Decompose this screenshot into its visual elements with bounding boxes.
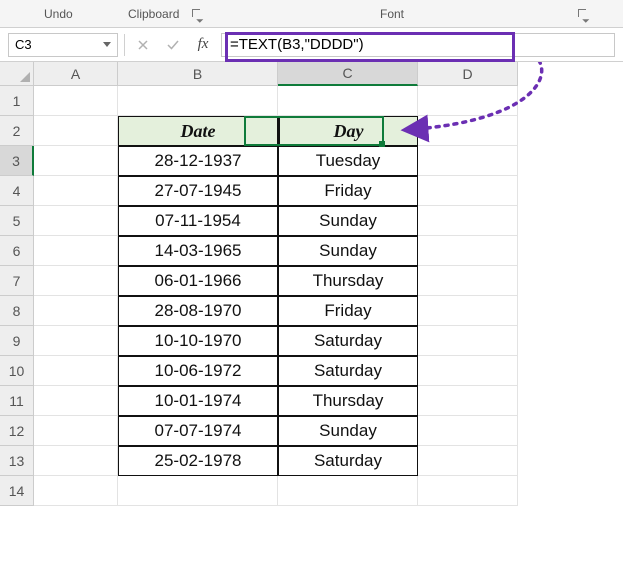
accept-button[interactable]: [161, 33, 185, 57]
ribbon-group-font[interactable]: Font: [380, 7, 404, 21]
cell-B11[interactable]: 10-01-1974: [118, 386, 278, 416]
row-header-3[interactable]: 3: [0, 146, 34, 176]
cell-D13[interactable]: [418, 446, 518, 476]
cell-D11[interactable]: [418, 386, 518, 416]
name-box[interactable]: C3: [8, 33, 118, 57]
cell-A12[interactable]: [34, 416, 118, 446]
cell-C12[interactable]: Sunday: [278, 416, 418, 446]
cancel-button[interactable]: [131, 33, 155, 57]
row-header-5[interactable]: 5: [0, 206, 34, 236]
row-header-6[interactable]: 6: [0, 236, 34, 266]
cell-B12[interactable]: 07-07-1974: [118, 416, 278, 446]
cell-C9[interactable]: Saturday: [278, 326, 418, 356]
row-header-13[interactable]: 13: [0, 446, 34, 476]
row-header-2[interactable]: 2: [0, 116, 34, 146]
col-header-B[interactable]: B: [118, 62, 278, 86]
cell-D3[interactable]: [418, 146, 518, 176]
cell-C14[interactable]: [278, 476, 418, 506]
row-header-12[interactable]: 12: [0, 416, 34, 446]
cell-B14[interactable]: [118, 476, 278, 506]
ribbon: Undo Clipboard Font: [0, 0, 623, 28]
cell-C2[interactable]: Day: [278, 116, 418, 146]
cell-D10[interactable]: [418, 356, 518, 386]
cell-D7[interactable]: [418, 266, 518, 296]
cell-A8[interactable]: [34, 296, 118, 326]
cell-A10[interactable]: [34, 356, 118, 386]
col-header-C[interactable]: C: [278, 62, 418, 86]
cell-C8[interactable]: Friday: [278, 296, 418, 326]
cell-C11[interactable]: Thursday: [278, 386, 418, 416]
cell-D14[interactable]: [418, 476, 518, 506]
row-header-7[interactable]: 7: [0, 266, 34, 296]
cell-D9[interactable]: [418, 326, 518, 356]
cell-A14[interactable]: [34, 476, 118, 506]
cell-C10[interactable]: Saturday: [278, 356, 418, 386]
cell-D12[interactable]: [418, 416, 518, 446]
cell-A7[interactable]: [34, 266, 118, 296]
cell-B13[interactable]: 25-02-1978: [118, 446, 278, 476]
formula-input[interactable]: =TEXT(B3,"DDDD"): [221, 33, 615, 57]
row-header-1[interactable]: 1: [0, 86, 34, 116]
row-header-8[interactable]: 8: [0, 296, 34, 326]
name-box-value: C3: [15, 37, 32, 52]
cell-D8[interactable]: [418, 296, 518, 326]
ribbon-group-undo[interactable]: Undo: [44, 7, 73, 21]
cell-C6[interactable]: Sunday: [278, 236, 418, 266]
cell-B1[interactable]: [118, 86, 278, 116]
cell-D4[interactable]: [418, 176, 518, 206]
cell-A3[interactable]: [34, 146, 118, 176]
cell-A2[interactable]: [34, 116, 118, 146]
formula-bar: C3 fx =TEXT(B3,"DDDD"): [0, 28, 623, 62]
dialog-launcher-icon[interactable]: [578, 9, 588, 19]
cell-B9[interactable]: 10-10-1970: [118, 326, 278, 356]
cell-D1[interactable]: [418, 86, 518, 116]
formula-text: =TEXT(B3,"DDDD"): [230, 36, 364, 53]
cell-A4[interactable]: [34, 176, 118, 206]
cell-C1[interactable]: [278, 86, 418, 116]
cell-B8[interactable]: 28-08-1970: [118, 296, 278, 326]
row-header-9[interactable]: 9: [0, 326, 34, 356]
cell-B2[interactable]: Date: [118, 116, 278, 146]
cell-C7[interactable]: Thursday: [278, 266, 418, 296]
select-all-corner[interactable]: [0, 62, 34, 86]
dialog-launcher-icon[interactable]: [192, 9, 202, 19]
cell-A1[interactable]: [34, 86, 118, 116]
cell-A5[interactable]: [34, 206, 118, 236]
separator: [124, 34, 125, 56]
chevron-down-icon[interactable]: [103, 42, 111, 47]
cell-D2[interactable]: [418, 116, 518, 146]
cell-A13[interactable]: [34, 446, 118, 476]
cell-B5[interactable]: 07-11-1954: [118, 206, 278, 236]
cell-B3[interactable]: 28-12-1937: [118, 146, 278, 176]
cell-A6[interactable]: [34, 236, 118, 266]
cell-A9[interactable]: [34, 326, 118, 356]
cell-B10[interactable]: 10-06-1972: [118, 356, 278, 386]
cell-C13[interactable]: Saturday: [278, 446, 418, 476]
row-header-14[interactable]: 14: [0, 476, 34, 506]
cell-B6[interactable]: 14-03-1965: [118, 236, 278, 266]
col-header-D[interactable]: D: [418, 62, 518, 86]
cell-B4[interactable]: 27-07-1945: [118, 176, 278, 206]
ribbon-group-clipboard[interactable]: Clipboard: [128, 7, 179, 21]
row-header-4[interactable]: 4: [0, 176, 34, 206]
cell-C5[interactable]: Sunday: [278, 206, 418, 236]
cell-D6[interactable]: [418, 236, 518, 266]
cell-D5[interactable]: [418, 206, 518, 236]
cell-C3[interactable]: Tuesday: [278, 146, 418, 176]
cell-B7[interactable]: 06-01-1966: [118, 266, 278, 296]
row-header-10[interactable]: 10: [0, 356, 34, 386]
cell-C4[interactable]: Friday: [278, 176, 418, 206]
cell-A11[interactable]: [34, 386, 118, 416]
fx-icon[interactable]: fx: [191, 33, 215, 57]
col-header-A[interactable]: A: [34, 62, 118, 86]
row-header-11[interactable]: 11: [0, 386, 34, 416]
